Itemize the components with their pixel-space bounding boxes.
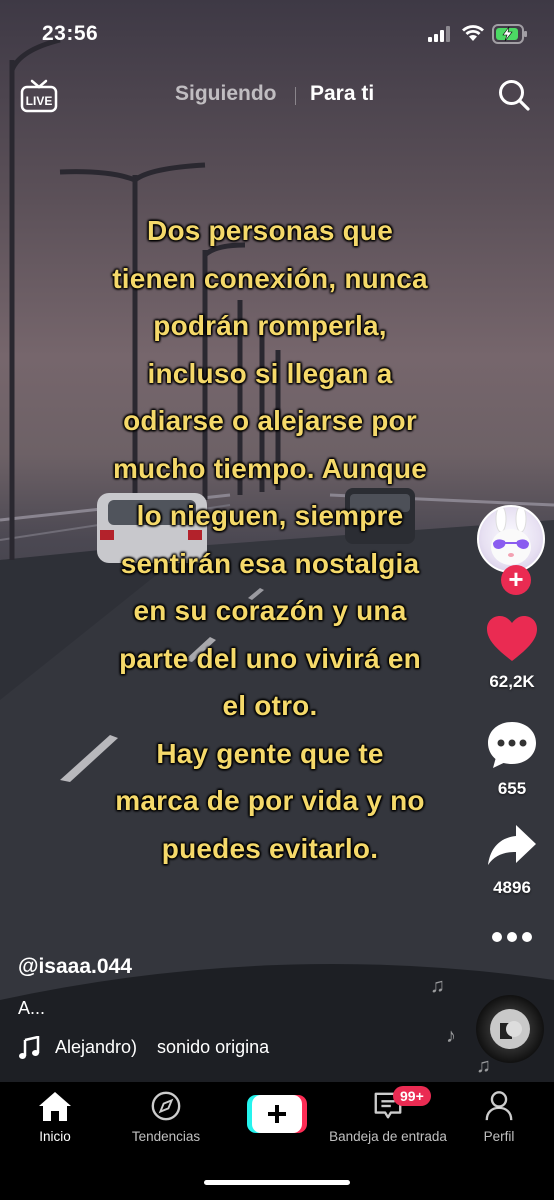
wifi-icon	[462, 25, 484, 41]
comment-bubble-icon	[488, 722, 536, 768]
search-icon[interactable]	[497, 78, 531, 112]
music-note-icon	[19, 1036, 40, 1059]
tab-discover[interactable]: Tendencias	[126, 1090, 206, 1144]
video-caption-text: Dos personas que tienen conexión, nunca …	[112, 215, 428, 864]
tab-home-label: Inicio	[39, 1129, 71, 1144]
creator-username[interactable]: @isaaa.044	[18, 955, 132, 979]
music-note-icon: ♫	[430, 975, 445, 997]
comment-button[interactable]: 655	[470, 720, 554, 799]
tab-divider	[295, 87, 296, 105]
music-note-icon: ♪	[446, 1025, 456, 1047]
comment-count: 655	[497, 779, 527, 798]
share-arrow-icon	[488, 825, 536, 865]
profile-icon	[485, 1091, 513, 1121]
music-track-name: Alejandro) sonido origina	[55, 1037, 270, 1057]
creator-avatar-button[interactable]: +	[477, 505, 545, 595]
sound-cover-icon	[490, 1009, 530, 1049]
live-tv-icon[interactable]: LIVE	[20, 78, 58, 114]
avatar	[477, 505, 545, 573]
home-icon	[39, 1092, 71, 1121]
sound-disc-button[interactable]	[476, 995, 544, 1063]
battery-charging-icon	[492, 24, 527, 44]
tab-inbox-label: Bandeja de entrada	[329, 1129, 447, 1144]
follow-button[interactable]: +	[501, 565, 531, 595]
tab-following[interactable]: Siguiendo	[175, 82, 277, 106]
post-description[interactable]: A...	[18, 998, 45, 1019]
status-time: 23:56	[42, 22, 99, 45]
create-button[interactable]	[247, 1094, 307, 1134]
more-options-button[interactable]	[470, 930, 554, 949]
like-count: 62,2K	[489, 672, 535, 691]
cellular-signal-icon	[428, 26, 450, 42]
tab-home[interactable]: Inicio	[30, 1090, 80, 1144]
tab-discover-label: Tendencias	[131, 1129, 201, 1144]
inbox-badge: 99+	[393, 1086, 431, 1106]
status-bar: 23:56	[0, 0, 554, 70]
music-ticker[interactable]: Alejandro) sonido origina	[18, 1036, 308, 1062]
home-indicator	[204, 1180, 350, 1185]
tab-inbox[interactable]: Bandeja de entrada	[323, 1090, 453, 1144]
compass-icon	[151, 1091, 181, 1121]
top-nav: LIVE Siguiendo Para ti	[0, 76, 554, 116]
tab-profile[interactable]: Perfil	[476, 1090, 522, 1144]
live-label: LIVE	[26, 94, 53, 108]
tab-for-you[interactable]: Para ti	[310, 82, 374, 106]
tab-profile-label: Perfil	[483, 1129, 515, 1144]
share-count: 4896	[493, 878, 531, 897]
plus-icon	[247, 1095, 307, 1133]
share-button[interactable]: 4896	[470, 823, 554, 898]
heart-icon	[487, 616, 537, 661]
bunny-avatar-icon	[491, 507, 531, 565]
like-button[interactable]: 62,2K	[470, 615, 554, 692]
more-dots-icon	[492, 932, 532, 942]
